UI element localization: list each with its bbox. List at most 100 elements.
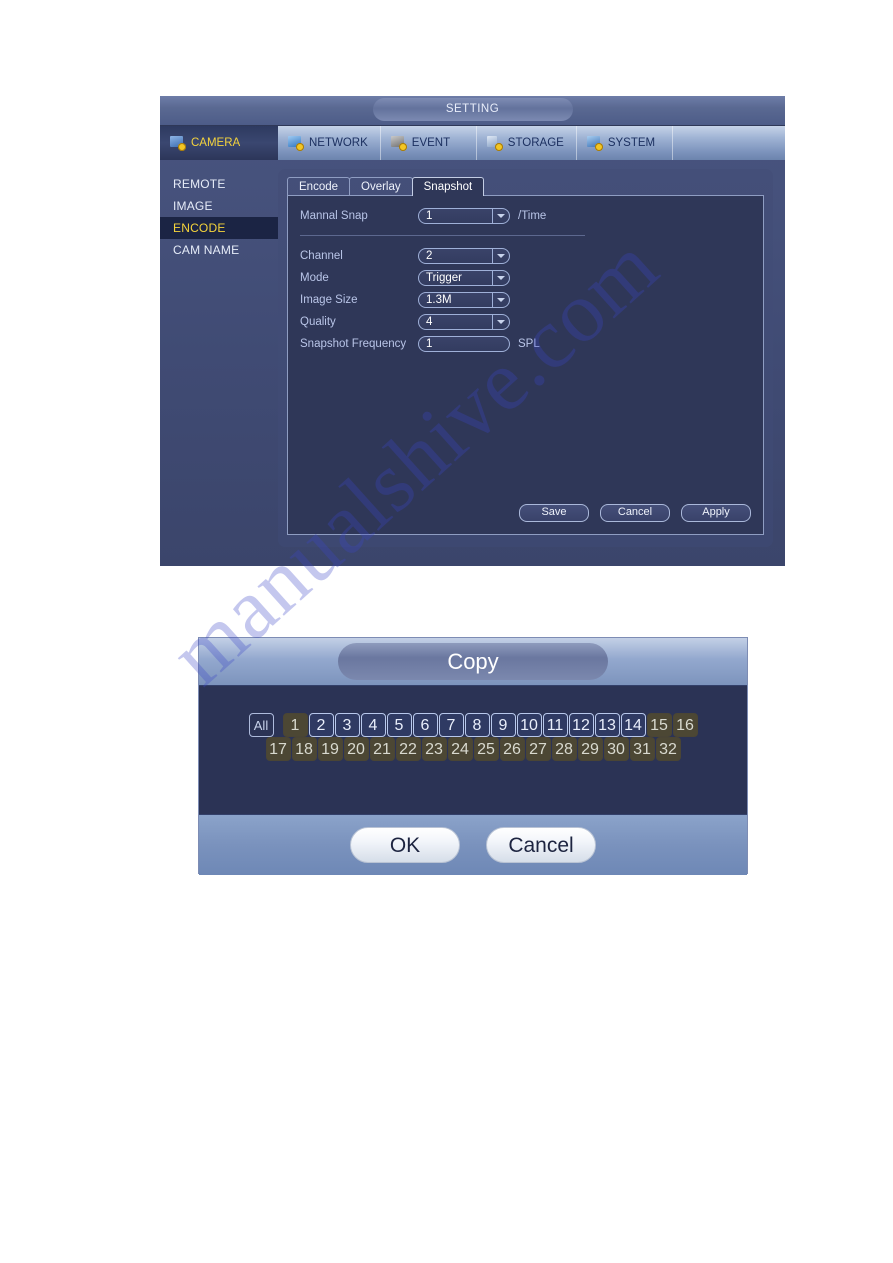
manual-snap-label: Mannal Snap [300, 210, 368, 222]
channel-button-21[interactable]: 21 [369, 737, 395, 761]
cancel-button[interactable]: Cancel [600, 504, 670, 522]
channel-select[interactable]: 2 [418, 248, 510, 264]
channel-button-8[interactable]: 8 [464, 713, 490, 737]
sidebar: REMOTE IMAGE ENCODE CAM NAME [160, 160, 278, 261]
copy-dialog-body: All 1 2 3 4 5 6 7 8 9 10 11 12 13 14 15 16 17 18 19 20 21 22 2… [199, 686, 747, 814]
sidebar-item-label: ENCODE [173, 221, 226, 235]
channel-button-24[interactable]: 24 [447, 737, 473, 761]
channel-button-23[interactable]: 23 [421, 737, 447, 761]
sidebar-item-encode[interactable]: ENCODE [160, 217, 278, 239]
nav-item-system[interactable]: SYSTEM [577, 126, 673, 160]
mode-select[interactable]: Trigger [418, 270, 510, 286]
image-size-label: Image Size [300, 294, 358, 306]
tab-label: Encode [299, 181, 339, 193]
channel-button-6[interactable]: 6 [412, 713, 438, 737]
row-mode: Mode Trigger [300, 267, 749, 289]
nav-item-camera[interactable]: CAMERA [160, 126, 278, 160]
ok-button[interactable]: OK [350, 827, 460, 863]
channel-button-10[interactable]: 10 [516, 713, 542, 737]
channel-button-16[interactable]: 16 [672, 713, 698, 737]
channel-button-3[interactable]: 3 [334, 713, 360, 737]
window-title: SETTING [372, 98, 573, 121]
mode-value: Trigger [426, 272, 462, 284]
copy-dialog-footer: OK Cancel [199, 814, 747, 875]
channel-button-29[interactable]: 29 [577, 737, 603, 761]
channel-button-14[interactable]: 14 [620, 713, 646, 737]
channel-button-12[interactable]: 12 [568, 713, 594, 737]
channel-button-19[interactable]: 19 [317, 737, 343, 761]
event-icon [390, 135, 407, 151]
nav-item-network[interactable]: NETWORK [278, 126, 381, 160]
sidebar-item-cam-name[interactable]: CAM NAME [160, 239, 278, 261]
channel-button-30[interactable]: 30 [603, 737, 629, 761]
chevron-down-icon[interactable] [492, 249, 508, 263]
channel-button-1[interactable]: 1 [282, 713, 308, 737]
manual-snap-unit: /Time [518, 210, 547, 222]
row-manual-snap: Mannal Snap 1 /Time [300, 205, 749, 227]
row-snapshot-frequency: Snapshot Frequency 1 SPL [300, 333, 749, 355]
mode-label: Mode [300, 272, 329, 284]
channel-all-button[interactable]: All [248, 713, 274, 737]
tab-snapshot[interactable]: Snapshot [411, 177, 485, 196]
sidebar-item-label: REMOTE [173, 177, 226, 191]
snapshot-frequency-value: 1 [426, 338, 433, 350]
channel-button-32[interactable]: 32 [655, 737, 681, 761]
copy-dialog-titlebar: Copy [199, 638, 747, 686]
snapshot-frequency-unit: SPL [518, 338, 540, 350]
channel-button-17[interactable]: 17 [265, 737, 291, 761]
channel-button-31[interactable]: 31 [629, 737, 655, 761]
channel-label: Channel [300, 250, 343, 262]
nav-item-storage[interactable]: STORAGE [477, 126, 577, 160]
channel-button-2[interactable]: 2 [308, 713, 334, 737]
channel-button-27[interactable]: 27 [525, 737, 551, 761]
nav-item-label: CAMERA [191, 137, 241, 149]
setting-titlebar: SETTING [160, 96, 785, 126]
channel-button-5[interactable]: 5 [386, 713, 412, 737]
channel-button-13[interactable]: 13 [594, 713, 620, 737]
channel-value: 2 [426, 250, 433, 262]
channel-button-20[interactable]: 20 [343, 737, 369, 761]
channel-button-28[interactable]: 28 [551, 737, 577, 761]
chevron-down-icon[interactable] [492, 293, 508, 307]
tab-encode[interactable]: Encode [287, 177, 351, 196]
image-size-select[interactable]: 1.3M [418, 292, 510, 308]
nav-item-label: EVENT [411, 137, 451, 149]
channel-button-9[interactable]: 9 [490, 713, 516, 737]
tab-label: Snapshot [423, 181, 473, 193]
chevron-down-icon[interactable] [492, 315, 508, 329]
copy-dialog: Copy All 1 2 3 4 5 6 7 8 9 10 11 12 13 14 15 16 17 18 19 20… [198, 637, 748, 875]
channel-button-7[interactable]: 7 [438, 713, 464, 737]
channel-button-4[interactable]: 4 [360, 713, 386, 737]
chevron-down-icon[interactable] [492, 209, 508, 223]
channel-button-25[interactable]: 25 [473, 737, 499, 761]
row-channel: Channel 2 [300, 245, 749, 267]
chevron-down-icon[interactable] [492, 271, 508, 285]
tab-overlay[interactable]: Overlay [349, 177, 413, 196]
sidebar-item-remote[interactable]: REMOTE [160, 173, 278, 195]
channel-button-11[interactable]: 11 [542, 713, 568, 737]
sidebar-item-image[interactable]: IMAGE [160, 195, 278, 217]
snapshot-frequency-input[interactable]: 1 [418, 336, 510, 352]
nav-item-event[interactable]: EVENT [381, 126, 477, 160]
content-panel: Encode Overlay Snapshot Mannal Snap 1 /T… [278, 169, 773, 547]
row-quality: Quality 4 [300, 311, 749, 333]
nav-item-label: STORAGE [507, 137, 564, 149]
snapshot-frequency-label: Snapshot Frequency [300, 338, 407, 350]
storage-icon [486, 135, 503, 151]
sidebar-item-label: IMAGE [173, 199, 213, 213]
network-icon [288, 135, 304, 151]
cancel-button[interactable]: Cancel [486, 827, 596, 863]
manual-snap-select[interactable]: 1 [418, 208, 510, 224]
channel-button-22[interactable]: 22 [395, 737, 421, 761]
channel-button-18[interactable]: 18 [291, 737, 317, 761]
channel-button-26[interactable]: 26 [499, 737, 525, 761]
channel-button-15[interactable]: 15 [646, 713, 672, 737]
apply-button[interactable]: Apply [681, 504, 751, 522]
quality-label: Quality [300, 316, 336, 328]
setting-body: REMOTE IMAGE ENCODE CAM NAME Encode Over… [160, 160, 785, 567]
main-nav: CAMERA NETWORK EVENT STORAGE SYSTEM [160, 126, 785, 160]
quality-select[interactable]: 4 [418, 314, 510, 330]
quality-value: 4 [426, 316, 433, 328]
system-icon [586, 135, 603, 151]
save-button[interactable]: Save [519, 504, 589, 522]
